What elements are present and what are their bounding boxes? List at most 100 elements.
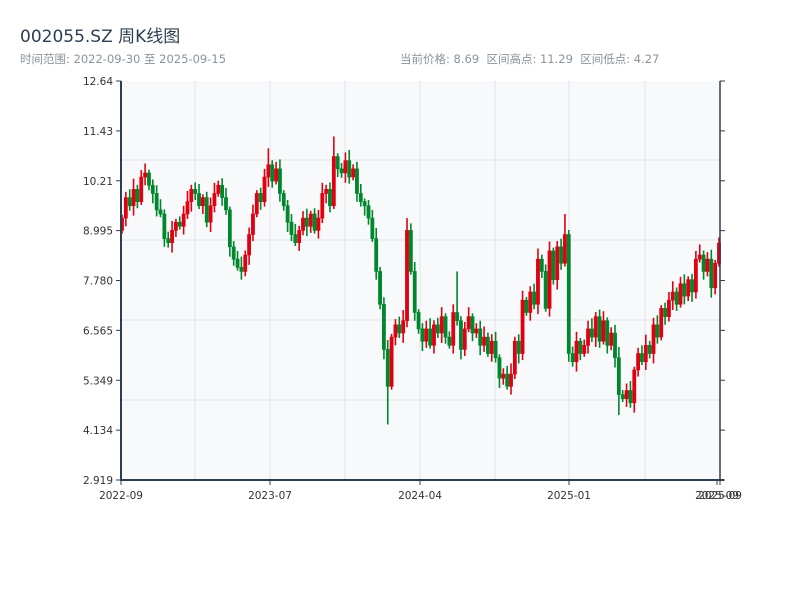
candle-body [536,258,540,305]
candle-body [628,390,633,404]
candle-body [405,230,409,322]
candle-body [578,340,583,354]
candle-body [551,250,556,280]
candle-body [258,193,263,202]
y-tick-label: 11.43 [83,126,113,138]
candle-body [143,172,148,178]
candle-body [486,336,490,354]
candle-body [563,234,567,264]
candle-body [589,328,594,338]
candle-body [301,217,305,231]
candle-body [335,156,340,170]
candle-body [351,168,355,178]
candle-body [378,271,382,305]
candle-body [690,279,694,293]
candle-body [320,193,325,219]
candle-body [443,316,448,338]
candle-body [489,340,494,354]
candle-body [655,324,660,338]
candle-body [362,201,367,207]
candle-body [216,184,221,194]
candle-body [374,238,379,272]
y-tick-label: 10.21 [83,176,113,188]
candle-body [582,345,587,354]
candle-body [254,193,259,215]
candle-body [370,217,375,239]
candle-body [343,160,348,174]
candle-body [447,336,452,346]
candle-body [412,271,417,313]
candle [566,229,571,362]
candle-body [493,340,498,358]
candle-body [466,316,471,330]
candle [551,247,556,285]
candle-body [605,320,610,346]
candle-body [613,332,617,358]
candle-body [366,205,371,219]
candle-body [174,221,178,231]
candle-body [636,353,641,371]
candle-body [420,328,425,342]
candle-body [532,291,537,305]
candle-body [512,340,517,375]
candle-body [709,258,714,289]
candle-body [131,189,136,207]
candle-body [520,299,525,354]
candle-body [435,324,440,334]
candle-body [150,184,155,194]
candle [254,190,259,218]
candle [408,223,413,275]
candle-body [262,176,267,202]
candle-body [200,197,205,207]
candle-body [312,213,317,231]
candle-body [339,168,344,174]
candle [378,266,382,310]
candle [389,333,394,390]
candle-body [401,320,406,334]
candle-body [663,308,667,317]
candle-body [304,217,309,227]
candle-body [640,353,644,363]
candle-body [428,328,433,346]
candle-body [701,254,706,272]
candle-body [270,164,275,182]
candle-body [247,234,252,256]
candle-body [482,336,486,346]
candle-body [251,213,255,235]
candle-body [289,221,294,235]
candle-body [285,205,290,223]
candle-body [393,324,398,338]
candle [659,305,664,341]
candle-body [274,168,278,182]
candle-body [624,390,629,399]
candle-body [455,312,459,322]
candle-body [331,156,336,207]
candle-body [324,189,329,194]
candle-body [543,271,548,309]
candle-body [574,340,579,363]
candle-body [139,176,144,202]
candle-body [570,353,575,363]
candle-body [593,316,598,338]
y-tick-label: 5.349 [83,375,113,387]
candle-body [501,373,506,379]
candle-body [462,328,467,350]
candle-body [620,394,625,399]
candle-body [197,193,201,207]
candle-body [239,267,244,272]
candle-body [713,262,718,289]
y-tick-label: 7.780 [83,276,113,288]
candle-body [643,345,648,363]
candle-body [347,160,352,178]
x-tick-label: 2023-07 [248,490,292,502]
candle-body [204,197,209,223]
candle-body [609,332,614,346]
candle-body [524,299,529,313]
y-tick-label: 6.565 [83,325,113,337]
candle-body [555,246,560,280]
candle-body [328,189,332,207]
candle-body [693,258,698,293]
candle-body [170,230,174,244]
candle-body [682,283,687,297]
y-tick-label: 4.134 [83,425,113,437]
